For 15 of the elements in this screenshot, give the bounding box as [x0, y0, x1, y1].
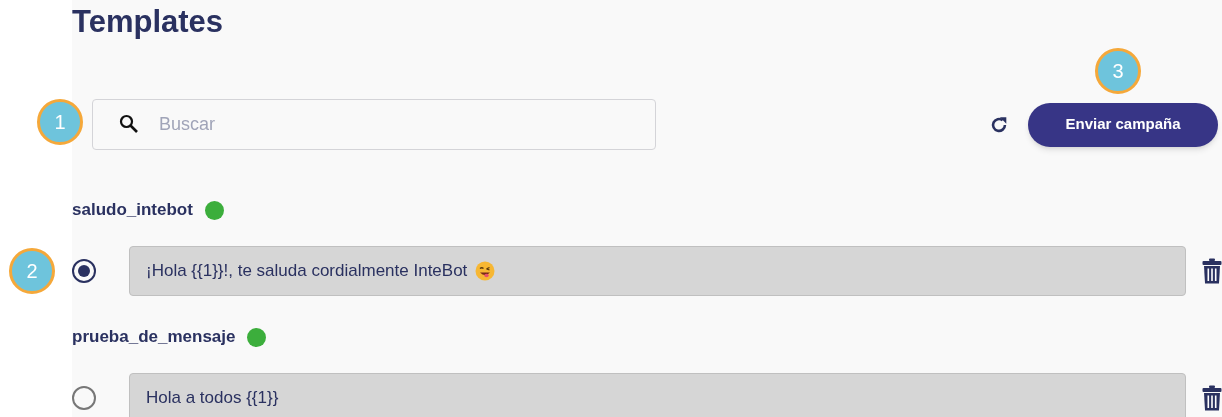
message-field: ¡Hola {{1}}!, te saluda cordialmente InteBot — [129, 246, 1186, 296]
search-icon — [119, 114, 139, 134]
template-name: prueba_de_mensaje — [72, 326, 236, 349]
page-title: Templates — [72, 3, 224, 41]
callout-number: 2 — [9, 248, 55, 294]
template-name: saludo_intebot — [72, 199, 193, 222]
message-field: Hola a todos {{1}} — [129, 373, 1186, 417]
trash-icon[interactable] — [1202, 258, 1222, 284]
radio-button[interactable] — [72, 386, 96, 410]
radio-button[interactable] — [72, 259, 96, 283]
search-field[interactable]: Buscar — [92, 99, 656, 150]
winking-face-icon — [475, 261, 496, 281]
send-campaign-button[interactable]: Enviar campaña — [1028, 102, 1218, 147]
trash-icon[interactable] — [1202, 385, 1222, 411]
callout-number: 1 — [37, 99, 83, 145]
